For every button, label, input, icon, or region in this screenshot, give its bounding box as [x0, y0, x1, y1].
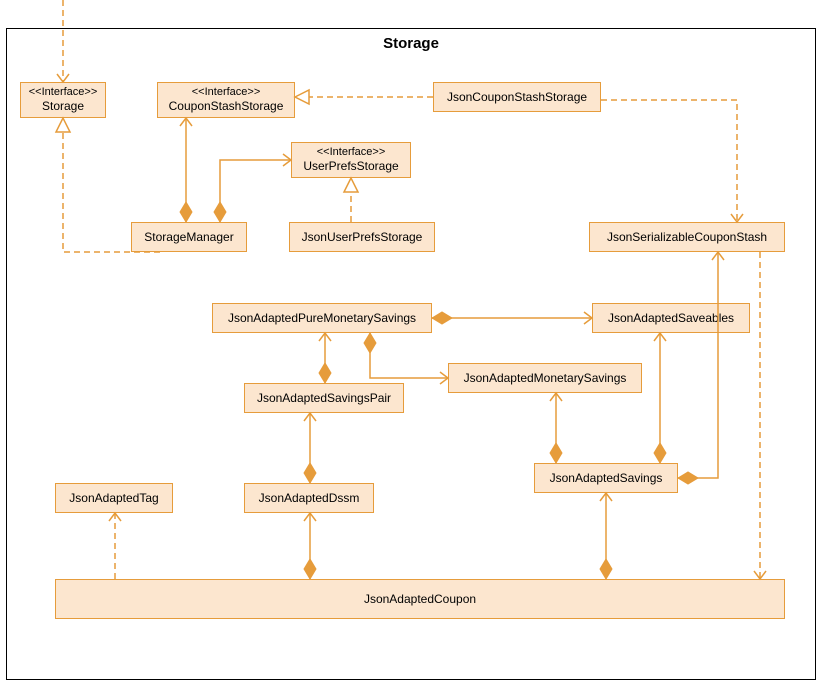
connectors: [0, 0, 822, 686]
tri-storage: [56, 118, 70, 132]
diamond-jscs-jas: [678, 472, 698, 484]
diamond-jas-jasave: [654, 443, 666, 463]
tri-css: [295, 90, 309, 104]
diamond-jac-jas: [600, 559, 612, 579]
edge-sm-ups: [220, 160, 291, 222]
diamond-sm-ups: [214, 202, 226, 222]
diamond-jac-jadssm: [304, 559, 316, 579]
edge-jscs-jas: [678, 252, 718, 478]
edge-sm-to-storage: [63, 132, 160, 252]
diamond-jasp-japms: [319, 363, 331, 383]
edge-jcss-jscs: [601, 100, 737, 222]
diamond-jas-jams: [550, 443, 562, 463]
diamond-japms-jams: [364, 333, 376, 353]
diamond-jadssm-jasp: [304, 463, 316, 483]
tri-ups: [344, 178, 358, 192]
diamond-sm-css: [180, 202, 192, 222]
edge-japms-jams: [370, 333, 448, 378]
diamond-japms-jasave: [432, 312, 452, 324]
